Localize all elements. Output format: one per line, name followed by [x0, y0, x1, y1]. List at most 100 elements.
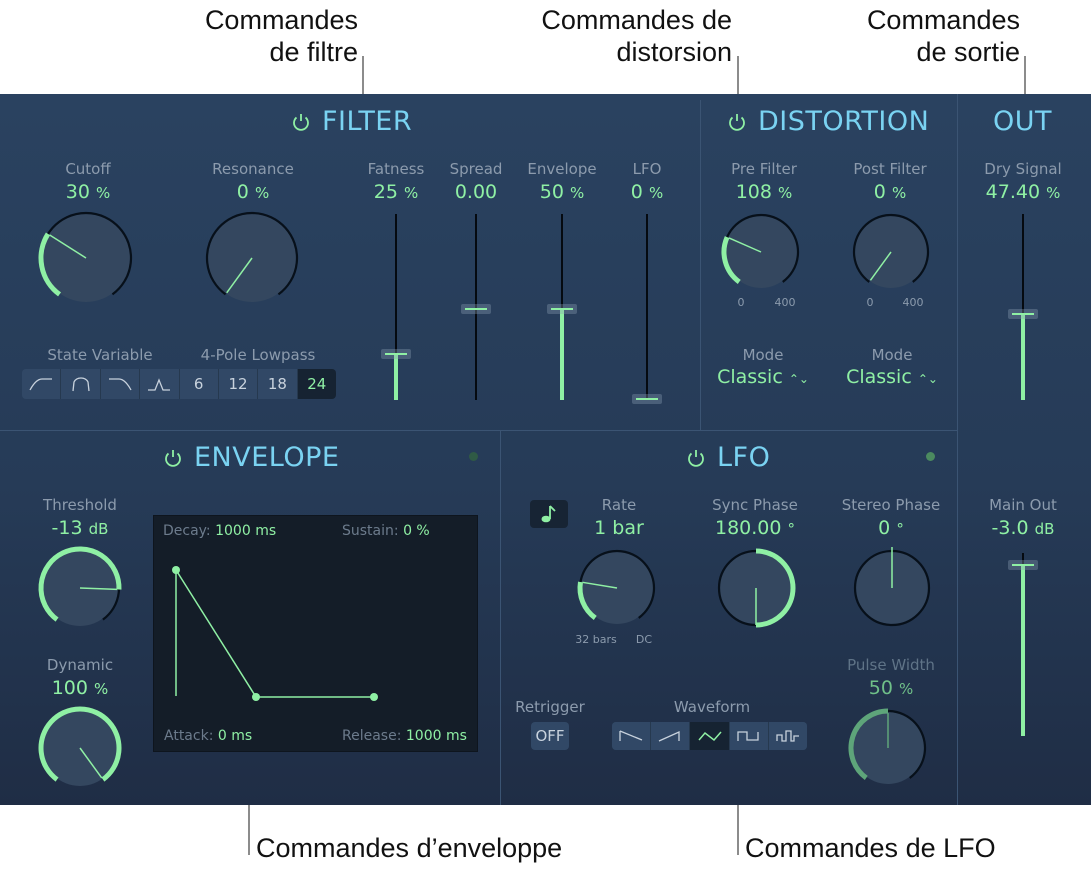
- peak-handle[interactable]: [172, 566, 180, 574]
- filter-power-icon[interactable]: [290, 111, 312, 133]
- fader-lfo[interactable]: [632, 214, 662, 404]
- dry-signal-value-number: 47.40: [985, 181, 1041, 203]
- lfo-power-icon[interactable]: [685, 447, 707, 469]
- resonance-value-number: 0: [236, 181, 249, 203]
- dynamic-value-unit: %: [94, 680, 109, 698]
- cutoff-knob[interactable]: [36, 208, 136, 308]
- callout-envelope: Commandes d’enveloppe: [256, 833, 563, 863]
- filter-type-selector: 6 12 18 24: [22, 369, 336, 399]
- retrigger-label: Retrigger: [515, 698, 585, 716]
- waveform-pulse-button[interactable]: [768, 722, 807, 750]
- slope-6-button[interactable]: 6: [179, 369, 219, 399]
- callout-distortion-line2: distorsion: [616, 37, 732, 67]
- filter-type-lowpass-button[interactable]: [100, 369, 141, 399]
- pre-filter-knob[interactable]: [719, 210, 803, 294]
- waveform-selector: [612, 722, 807, 750]
- pulse-width-knob[interactable]: [846, 706, 930, 790]
- envelope-activity-led: [469, 452, 478, 461]
- waveform-saw-down-button[interactable]: [612, 722, 652, 750]
- release-handle[interactable]: [370, 693, 378, 701]
- filter-type-peak-button[interactable]: [140, 369, 180, 399]
- pre-mode-select[interactable]: Classic ⌃⌄: [717, 366, 809, 388]
- envelope-display[interactable]: Decay: 1000 ms Sustain: 0 % Attack: 0 ms…: [153, 515, 478, 752]
- fader-handle[interactable]: [547, 304, 577, 314]
- sync-phase-knob[interactable]: [714, 546, 798, 630]
- sync-phase-value-number: 180.00: [714, 517, 782, 539]
- fader-track[interactable]: [646, 214, 648, 400]
- filter-type-highpass-button[interactable]: [22, 369, 62, 399]
- lfo-sync-button[interactable]: [530, 500, 568, 528]
- fader-fatness[interactable]: [381, 214, 411, 400]
- main-out-fader[interactable]: [1008, 553, 1038, 736]
- threshold-value-number: -13: [51, 517, 83, 539]
- threshold-knob[interactable]: [36, 544, 124, 632]
- fader-handle[interactable]: [381, 349, 411, 359]
- stereo-phase-value-number: 0: [878, 517, 891, 539]
- resonance-knob[interactable]: [202, 208, 302, 308]
- envelope-title: ENVELOPE: [194, 442, 340, 473]
- distortion-title: DISTORTION: [758, 106, 930, 137]
- lfo-title: LFO: [717, 442, 771, 473]
- post-filter-label: Post Filter: [853, 160, 927, 178]
- dynamic-value-number: 100: [51, 677, 88, 699]
- retrigger-toggle[interactable]: OFF: [531, 722, 569, 750]
- resonance-value: 0 %: [237, 181, 269, 203]
- fader-value-unit: %: [648, 184, 664, 202]
- post-filter-value: 0 %: [874, 181, 906, 203]
- post-filter-value-unit: %: [891, 184, 907, 202]
- fader-value-spread: 0.00: [455, 181, 497, 203]
- leader-distortion: [737, 56, 739, 94]
- rate-knob[interactable]: [575, 546, 659, 630]
- leader-lfo: [737, 805, 739, 855]
- updown-chevron-icon: ⌃⌄: [788, 372, 809, 386]
- pre-filter-min: 0: [737, 296, 745, 309]
- callout-distortion-line1: Commandes de: [541, 5, 732, 35]
- threshold-value-unit: dB: [88, 520, 109, 538]
- fader-spread[interactable]: [461, 214, 491, 400]
- stereo-phase-value-unit: °: [896, 520, 904, 538]
- post-mode-select[interactable]: Classic ⌃⌄: [846, 366, 938, 388]
- resonance-label: Resonance: [212, 160, 294, 178]
- main-out-label: Main Out: [989, 496, 1057, 514]
- divider-envelope-lfo: [500, 430, 501, 805]
- dynamic-value: 100 %: [52, 677, 109, 699]
- rate-value: 1 bar: [594, 517, 644, 539]
- sustain-handle[interactable]: [252, 693, 260, 701]
- fader-handle[interactable]: [1008, 308, 1038, 319]
- fader-handle[interactable]: [1008, 560, 1038, 571]
- callout-output-line2: de sortie: [916, 37, 1020, 67]
- slope-18-button[interactable]: 18: [258, 369, 298, 399]
- music-note-icon: [541, 505, 556, 523]
- callout-output: Commandes de sortie: [800, 4, 1020, 68]
- sync-phase-value-unit: °: [787, 520, 796, 538]
- post-filter-min: 0: [866, 296, 874, 309]
- slope-24-button[interactable]: 24: [297, 369, 336, 399]
- leader-filter: [362, 56, 364, 94]
- filter-title: FILTER: [322, 106, 413, 137]
- fader-envelope[interactable]: [547, 214, 577, 400]
- dynamic-knob[interactable]: [36, 704, 124, 792]
- fader-handle[interactable]: [461, 304, 491, 314]
- fader-fill: [1021, 313, 1025, 400]
- post-filter-knob[interactable]: [849, 210, 933, 294]
- resonance-value-unit: %: [254, 184, 270, 202]
- waveform-triangle-button[interactable]: [690, 722, 730, 750]
- filter-type-bandpass-button[interactable]: [61, 369, 101, 399]
- waveform-square-button[interactable]: [729, 722, 769, 750]
- envelope-power-icon[interactable]: [162, 447, 184, 469]
- main-out-value-unit: dB: [1034, 520, 1055, 538]
- threshold-value: -13 dB: [52, 517, 109, 539]
- cutoff-value-unit: %: [95, 184, 111, 202]
- stereo-phase-knob[interactable]: [850, 546, 934, 630]
- slope-12-button[interactable]: 12: [218, 369, 259, 399]
- waveform-saw-up-button[interactable]: [651, 722, 691, 750]
- fader-handle[interactable]: [632, 394, 662, 404]
- callout-distortion: Commandes de distorsion: [470, 4, 732, 68]
- fader-value-number: 25: [373, 181, 398, 203]
- divider-filter-distortion: [700, 100, 701, 430]
- updown-chevron-icon: ⌃⌄: [917, 372, 938, 386]
- distortion-power-icon[interactable]: [726, 111, 748, 133]
- saw-up-icon: [659, 730, 680, 742]
- lfo-header: LFO: [685, 442, 770, 473]
- dry-signal-fader[interactable]: [1008, 214, 1038, 400]
